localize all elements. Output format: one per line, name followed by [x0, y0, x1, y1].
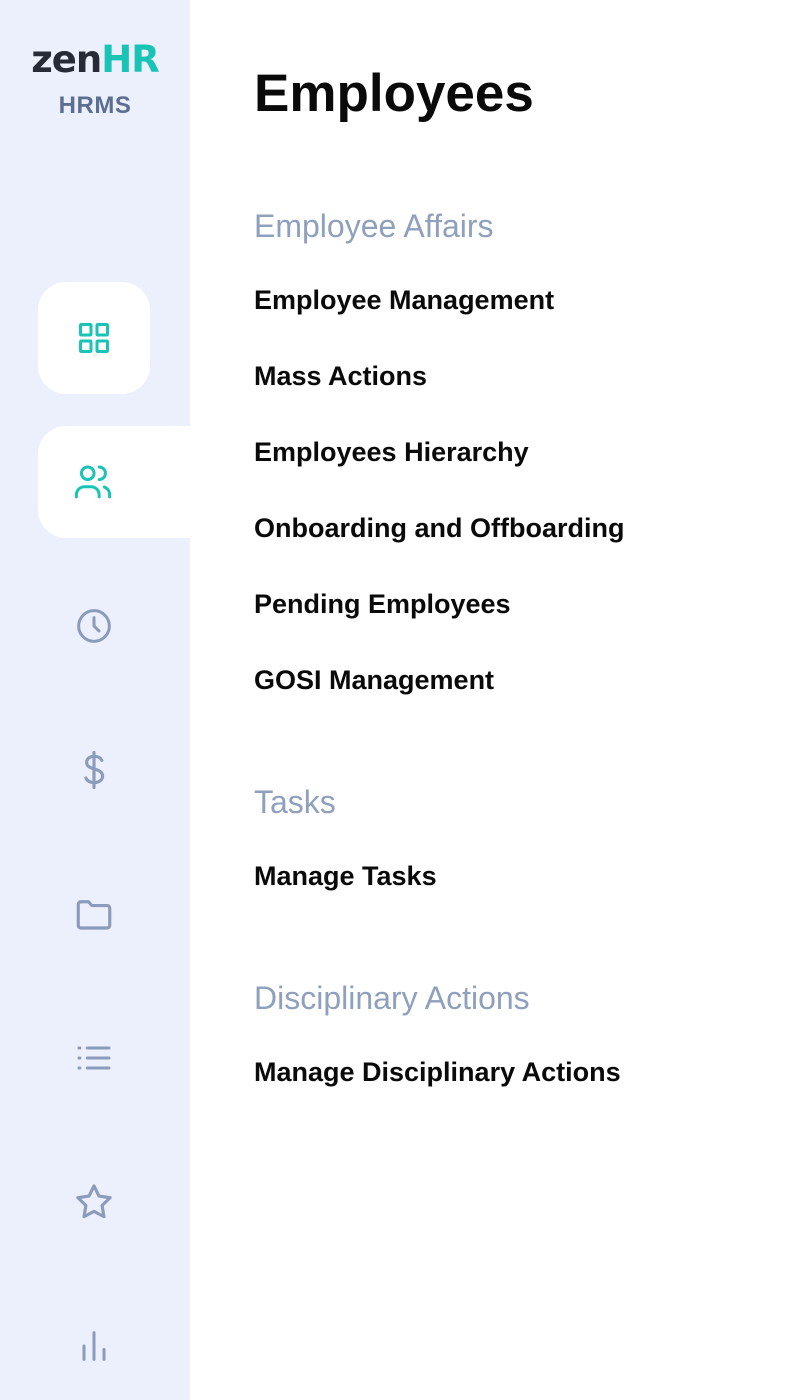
sidebar-item-documents[interactable]	[38, 858, 150, 970]
app-root: zenHR HRMS Employees Employee Affairs Em…	[0, 0, 786, 1400]
logo-hr-text: HR	[101, 38, 159, 81]
logo-subtitle: HRMS	[58, 92, 132, 119]
sidebar: zenHR HRMS	[0, 0, 190, 1400]
dashboard-grid-icon	[79, 323, 109, 353]
sidebar-item-reports[interactable]	[38, 1290, 150, 1400]
sidebar-item-employees[interactable]	[38, 426, 190, 538]
link-manage-tasks[interactable]: Manage Tasks	[254, 859, 437, 893]
folder-icon	[76, 900, 112, 930]
sidebar-item-payroll[interactable]	[38, 714, 150, 826]
brand-logo[interactable]: zenHR HRMS	[0, 40, 190, 120]
clock-icon	[77, 609, 111, 643]
main-content: Employees Employee Affairs Employee Mana…	[190, 0, 786, 1400]
link-employees-hierarchy[interactable]: Employees Hierarchy	[254, 435, 529, 469]
link-pending-employees[interactable]: Pending Employees	[254, 587, 511, 621]
logo-zen-text: zen	[31, 38, 102, 81]
star-icon	[76, 1184, 112, 1219]
sidebar-item-time[interactable]	[38, 570, 150, 682]
link-employee-management[interactable]: Employee Management	[254, 283, 554, 317]
list-icon	[77, 1046, 111, 1070]
sidebar-item-lists[interactable]	[38, 1002, 150, 1114]
bar-chart-icon	[82, 1331, 106, 1361]
dollar-icon	[84, 750, 105, 790]
link-mass-actions[interactable]: Mass Actions	[254, 359, 427, 393]
link-gosi-management[interactable]: GOSI Management	[254, 663, 494, 697]
link-manage-disciplinary-actions[interactable]: Manage Disciplinary Actions	[254, 1055, 621, 1089]
sidebar-item-favorites[interactable]	[38, 1146, 150, 1258]
link-onboarding-offboarding[interactable]: Onboarding and Offboarding	[254, 511, 624, 545]
page-title: Employees	[254, 64, 534, 123]
users-icon	[74, 465, 112, 499]
logo-wordmark: zenHR	[0, 40, 190, 80]
sidebar-item-dashboard[interactable]	[38, 282, 150, 394]
section-title-tasks: Tasks	[254, 784, 336, 820]
section-title-employee-affairs: Employee Affairs	[254, 208, 494, 244]
section-title-disciplinary-actions: Disciplinary Actions	[254, 980, 530, 1016]
